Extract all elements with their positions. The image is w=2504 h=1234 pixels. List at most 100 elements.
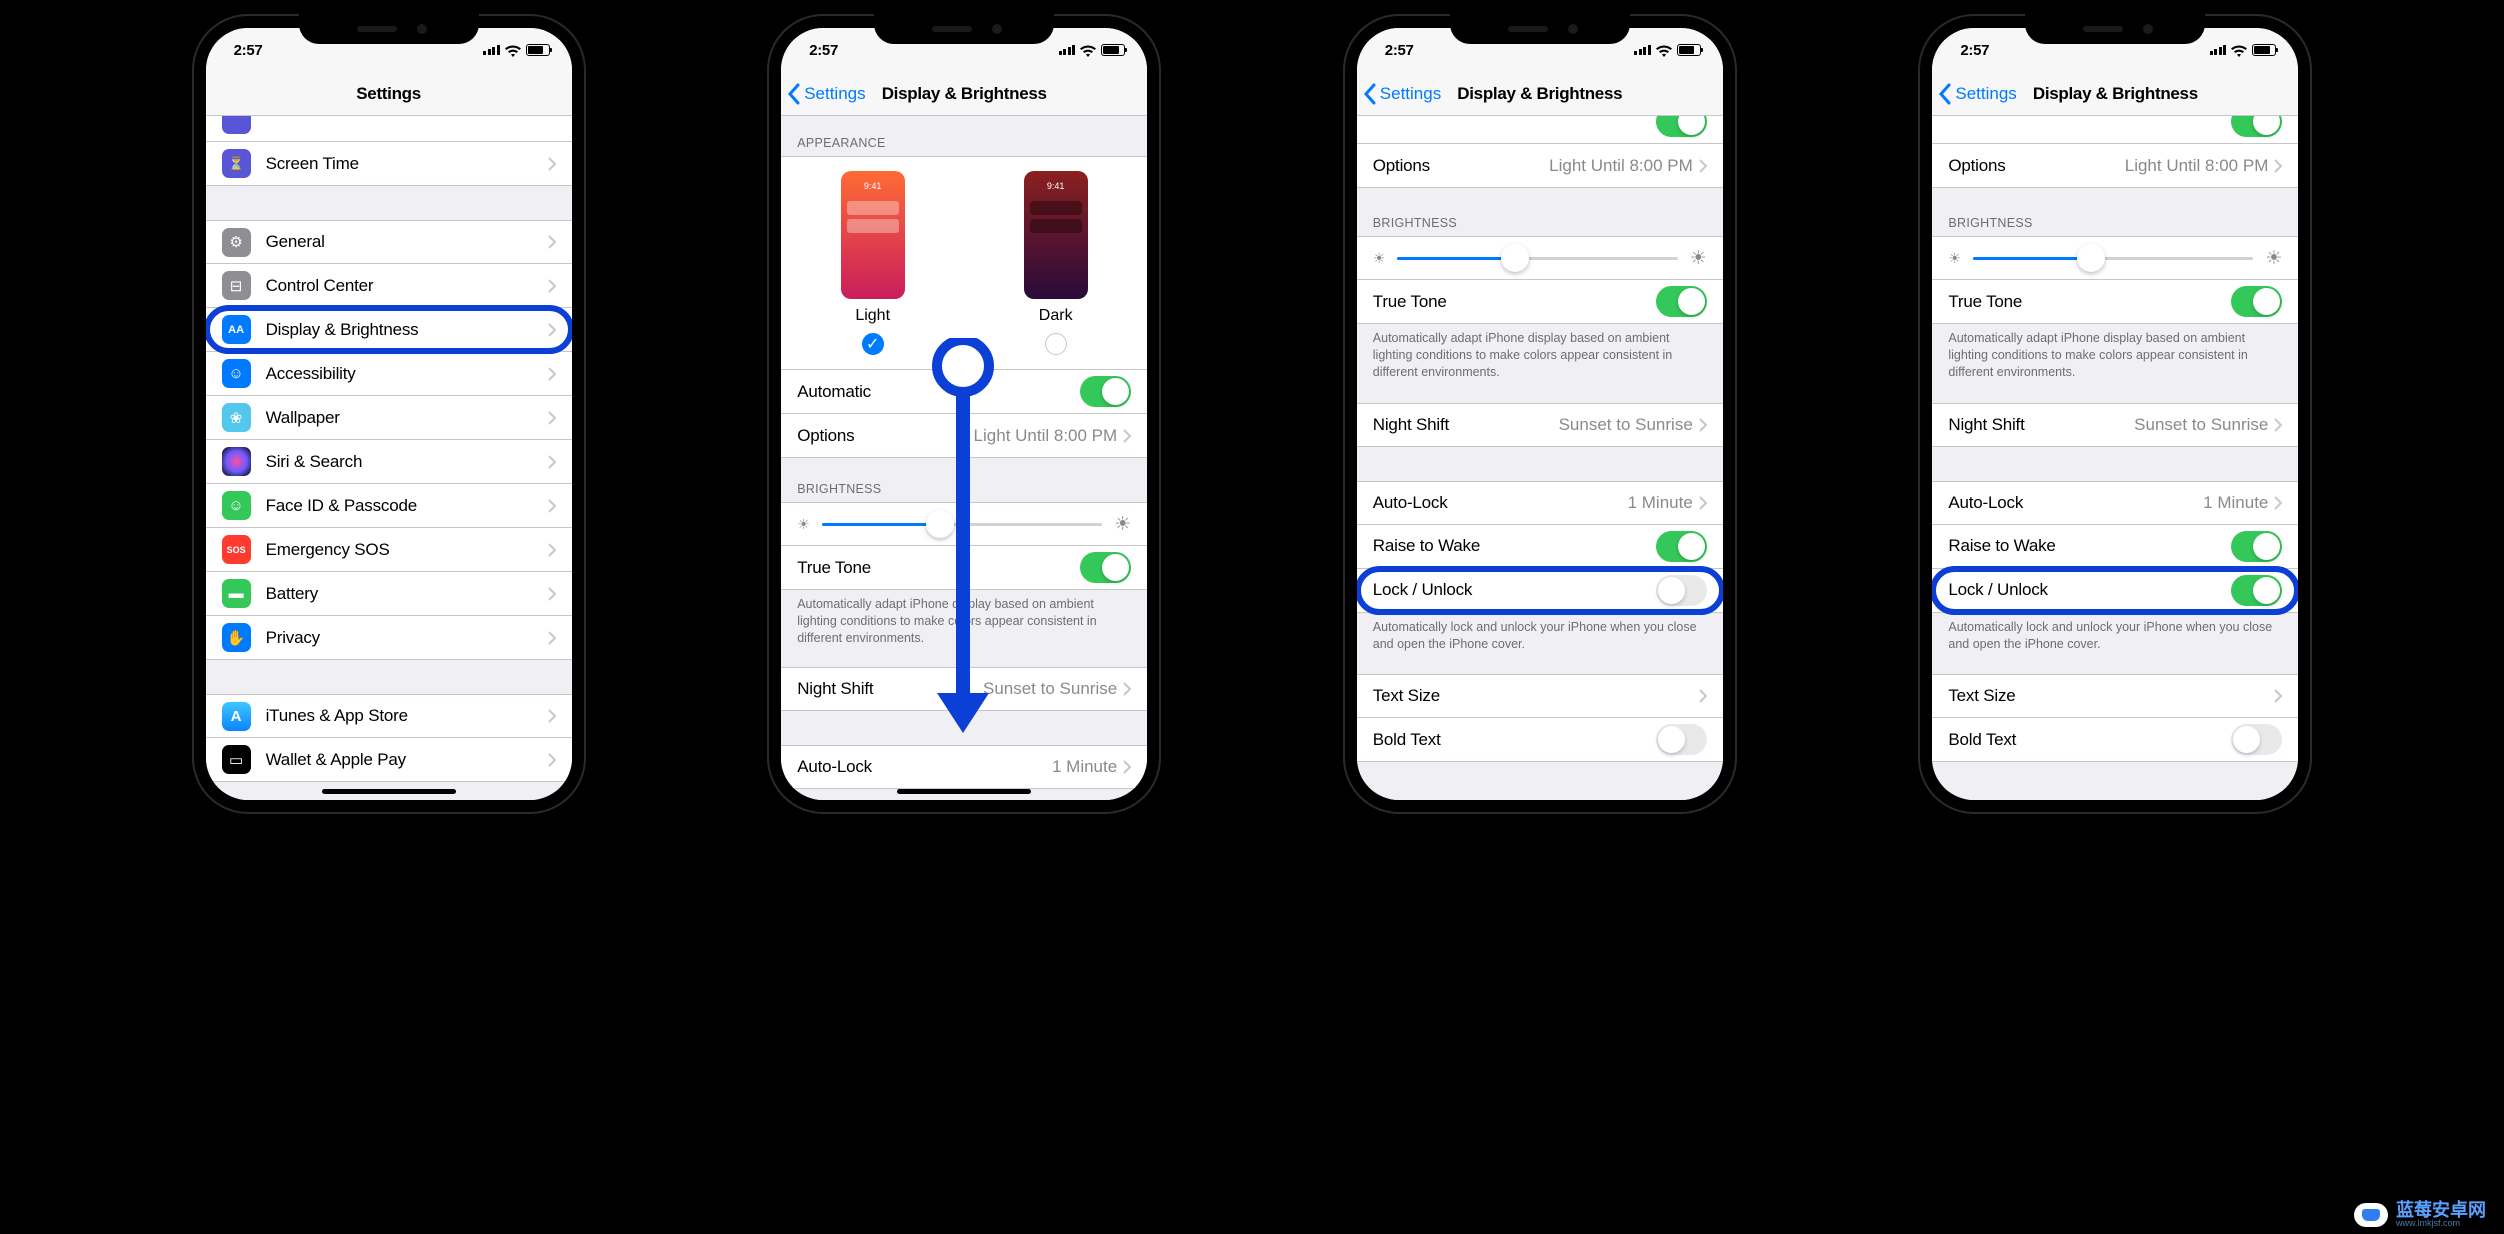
true-tone-toggle[interactable] [2231, 286, 2282, 317]
bold-text-toggle[interactable] [2231, 724, 2282, 755]
settings-row-itunes[interactable]: A iTunes & App Store [206, 694, 572, 738]
chevron-right-icon [548, 753, 556, 767]
row-label: Raise to Wake [1373, 536, 1656, 556]
radio-unselected-icon [1045, 333, 1067, 355]
screen: 2:57 Settings Display & Brightness Optio… [1357, 28, 1723, 800]
row-label: Auto-Lock [797, 757, 1052, 777]
display-content[interactable]: APPEARANCE 9:41 Light ✓ 9:41 Dark Automa… [781, 116, 1147, 800]
display-content-scrolled[interactable]: Options Light Until 8:00 PM BRIGHTNESS ☀… [1357, 116, 1723, 800]
options-row[interactable]: Options Light Until 8:00 PM [1932, 144, 2298, 188]
settings-row-emergency-sos[interactable]: SOS Emergency SOS [206, 528, 572, 572]
night-shift-row[interactable]: Night Shift Sunset to Sunrise [1357, 403, 1723, 447]
auto-lock-row[interactable]: Auto-Lock 1 Minute [1357, 481, 1723, 525]
automatic-row[interactable]: Automatic [781, 370, 1147, 414]
row-label: Display & Brightness [266, 320, 548, 340]
watermark-logo-icon [2354, 1203, 2388, 1227]
true-tone-row[interactable]: True Tone [781, 546, 1147, 590]
back-button[interactable]: Settings [1938, 83, 2016, 105]
row-label: Privacy [266, 628, 548, 648]
home-indicator[interactable] [897, 789, 1031, 794]
chevron-right-icon [548, 543, 556, 557]
settings-row-wallpaper[interactable]: ❀ Wallpaper [206, 396, 572, 440]
true-tone-row[interactable]: True Tone [1357, 280, 1723, 324]
bold-text-row[interactable]: Bold Text [1932, 718, 2298, 762]
page-title: Display & Brightness [882, 84, 1047, 104]
text-size-row[interactable]: Text Size [1357, 674, 1723, 718]
notch [2025, 14, 2205, 44]
lock-unlock-toggle[interactable] [2231, 575, 2282, 606]
lock-unlock-row[interactable]: Lock / Unlock [1357, 569, 1723, 613]
text-size-row[interactable]: Text Size [1932, 674, 2298, 718]
row-label: Emergency SOS [266, 540, 548, 560]
lock-unlock-toggle[interactable] [1656, 575, 1707, 606]
automatic-toggle[interactable] [2231, 116, 2282, 137]
phone-display-lock-on: 2:57 Settings Display & Brightness Optio… [1918, 14, 2312, 814]
auto-lock-row[interactable]: Auto-Lock 1 Minute [1932, 481, 2298, 525]
lock-unlock-footer: Automatically lock and unlock your iPhon… [1932, 613, 2298, 659]
appearance-selector: 9:41 Light ✓ 9:41 Dark [781, 156, 1147, 370]
settings-row-screen-time[interactable]: ⏳ Screen Time [206, 142, 572, 186]
row-value: 1 Minute [1628, 493, 1693, 513]
brightness-slider[interactable] [1397, 244, 1677, 272]
settings-row-accessibility[interactable]: ☺ Accessibility [206, 352, 572, 396]
auto-lock-row[interactable]: Auto-Lock 1 Minute [781, 745, 1147, 789]
row-label: Battery [266, 584, 548, 604]
row-label: Options [1373, 156, 1549, 176]
automatic-toggle[interactable] [1656, 116, 1707, 137]
bold-text-toggle[interactable] [1656, 724, 1707, 755]
settings-row-partial[interactable] [206, 116, 572, 142]
row-value: Sunset to Sunrise [1559, 415, 1693, 435]
settings-row-display-brightness[interactable]: AA Display & Brightness [206, 308, 572, 352]
true-tone-toggle[interactable] [1080, 552, 1131, 583]
night-shift-row[interactable]: Night Shift Sunset to Sunrise [781, 667, 1147, 711]
options-row[interactable]: Options Light Until 8:00 PM [1357, 144, 1723, 188]
settings-row-siri[interactable]: Siri & Search [206, 440, 572, 484]
options-row[interactable]: Options Light Until 8:00 PM [781, 414, 1147, 458]
row-label: True Tone [797, 558, 1080, 578]
sos-icon: SOS [222, 535, 251, 564]
raise-to-wake-toggle[interactable] [1656, 531, 1707, 562]
watermark: 蓝莓安卓网 www.lmkjsf.com [2354, 1201, 2486, 1228]
chevron-right-icon [2274, 689, 2282, 703]
appearance-light-option[interactable]: 9:41 Light ✓ [841, 171, 905, 355]
flower-icon: ❀ [222, 403, 251, 432]
brightness-slider[interactable] [1973, 244, 2253, 272]
row-label: Night Shift [797, 679, 983, 699]
automatic-toggle[interactable] [1080, 376, 1131, 407]
row-label: Bold Text [1948, 730, 2231, 750]
back-button[interactable]: Settings [787, 83, 865, 105]
automatic-row-partial[interactable] [1932, 116, 2298, 144]
bold-text-row[interactable]: Bold Text [1357, 718, 1723, 762]
settings-row-face-id[interactable]: ☺ Face ID & Passcode [206, 484, 572, 528]
raise-to-wake-row[interactable]: Raise to Wake [1357, 525, 1723, 569]
night-shift-row[interactable]: Night Shift Sunset to Sunrise [1932, 403, 2298, 447]
home-indicator[interactable] [322, 789, 456, 794]
notch [1450, 14, 1630, 44]
chevron-right-icon [1699, 418, 1707, 432]
lock-unlock-row[interactable]: Lock / Unlock [1932, 569, 2298, 613]
true-tone-toggle[interactable] [1656, 286, 1707, 317]
row-label: Night Shift [1373, 415, 1559, 435]
display-content-scrolled[interactable]: Options Light Until 8:00 PM BRIGHTNESS ☀… [1932, 116, 2298, 800]
true-tone-row[interactable]: True Tone [1932, 280, 2298, 324]
appearance-dark-option[interactable]: 9:41 Dark [1024, 171, 1088, 355]
raise-to-wake-row[interactable]: Raise to Wake [1932, 525, 2298, 569]
settings-row-wallet[interactable]: ▭ Wallet & Apple Pay [206, 738, 572, 782]
battery-settings-icon: ▬ [222, 579, 251, 608]
chevron-right-icon [548, 709, 556, 723]
true-tone-footer: Automatically adapt iPhone display based… [1932, 324, 2298, 387]
settings-row-general[interactable]: ⚙ General [206, 220, 572, 264]
row-label: Raise to Wake [1948, 536, 2231, 556]
chevron-right-icon [548, 499, 556, 513]
settings-row-battery[interactable]: ▬ Battery [206, 572, 572, 616]
section-header-brightness: BRIGHTNESS [1932, 188, 2298, 236]
settings-list[interactable]: ⏳ Screen Time ⚙ General ⊟ Control Center… [206, 116, 572, 800]
toggles-icon: ⊟ [222, 271, 251, 300]
settings-row-privacy[interactable]: ✋ Privacy [206, 616, 572, 660]
raise-to-wake-toggle[interactable] [2231, 531, 2282, 562]
back-button[interactable]: Settings [1363, 83, 1441, 105]
watermark-brand: 蓝莓安卓网 [2396, 1201, 2486, 1219]
automatic-row-partial[interactable] [1357, 116, 1723, 144]
brightness-slider[interactable] [822, 510, 1102, 538]
settings-row-control-center[interactable]: ⊟ Control Center [206, 264, 572, 308]
